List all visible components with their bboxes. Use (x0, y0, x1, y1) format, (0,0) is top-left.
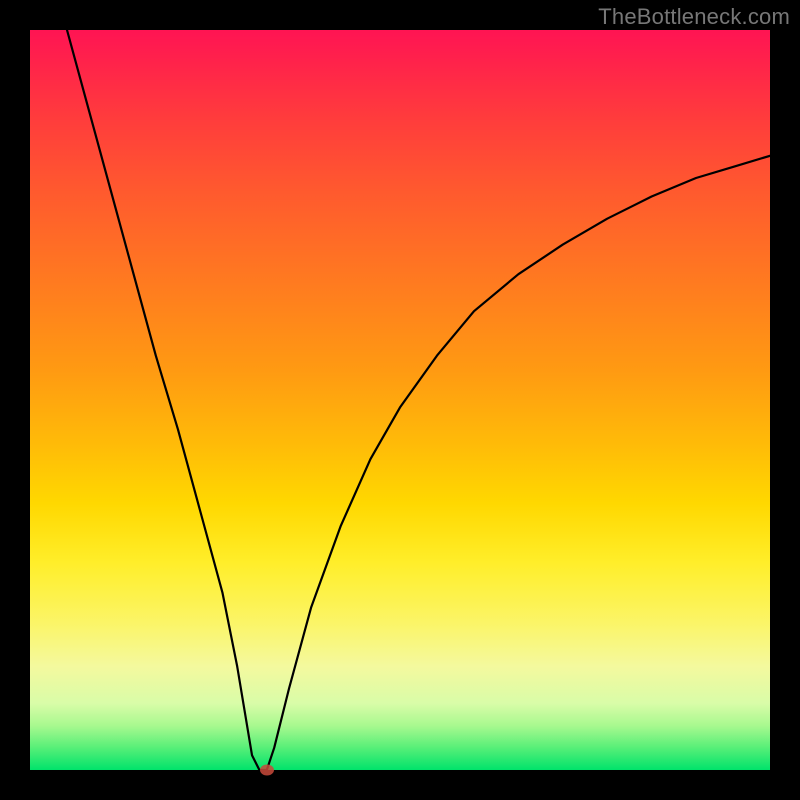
plot-area (30, 30, 770, 770)
chart-outer: TheBottleneck.com (0, 0, 800, 800)
watermark-text: TheBottleneck.com (598, 4, 790, 30)
curve-svg (30, 30, 770, 770)
curve-line (67, 30, 770, 770)
data-point-marker (260, 765, 274, 776)
